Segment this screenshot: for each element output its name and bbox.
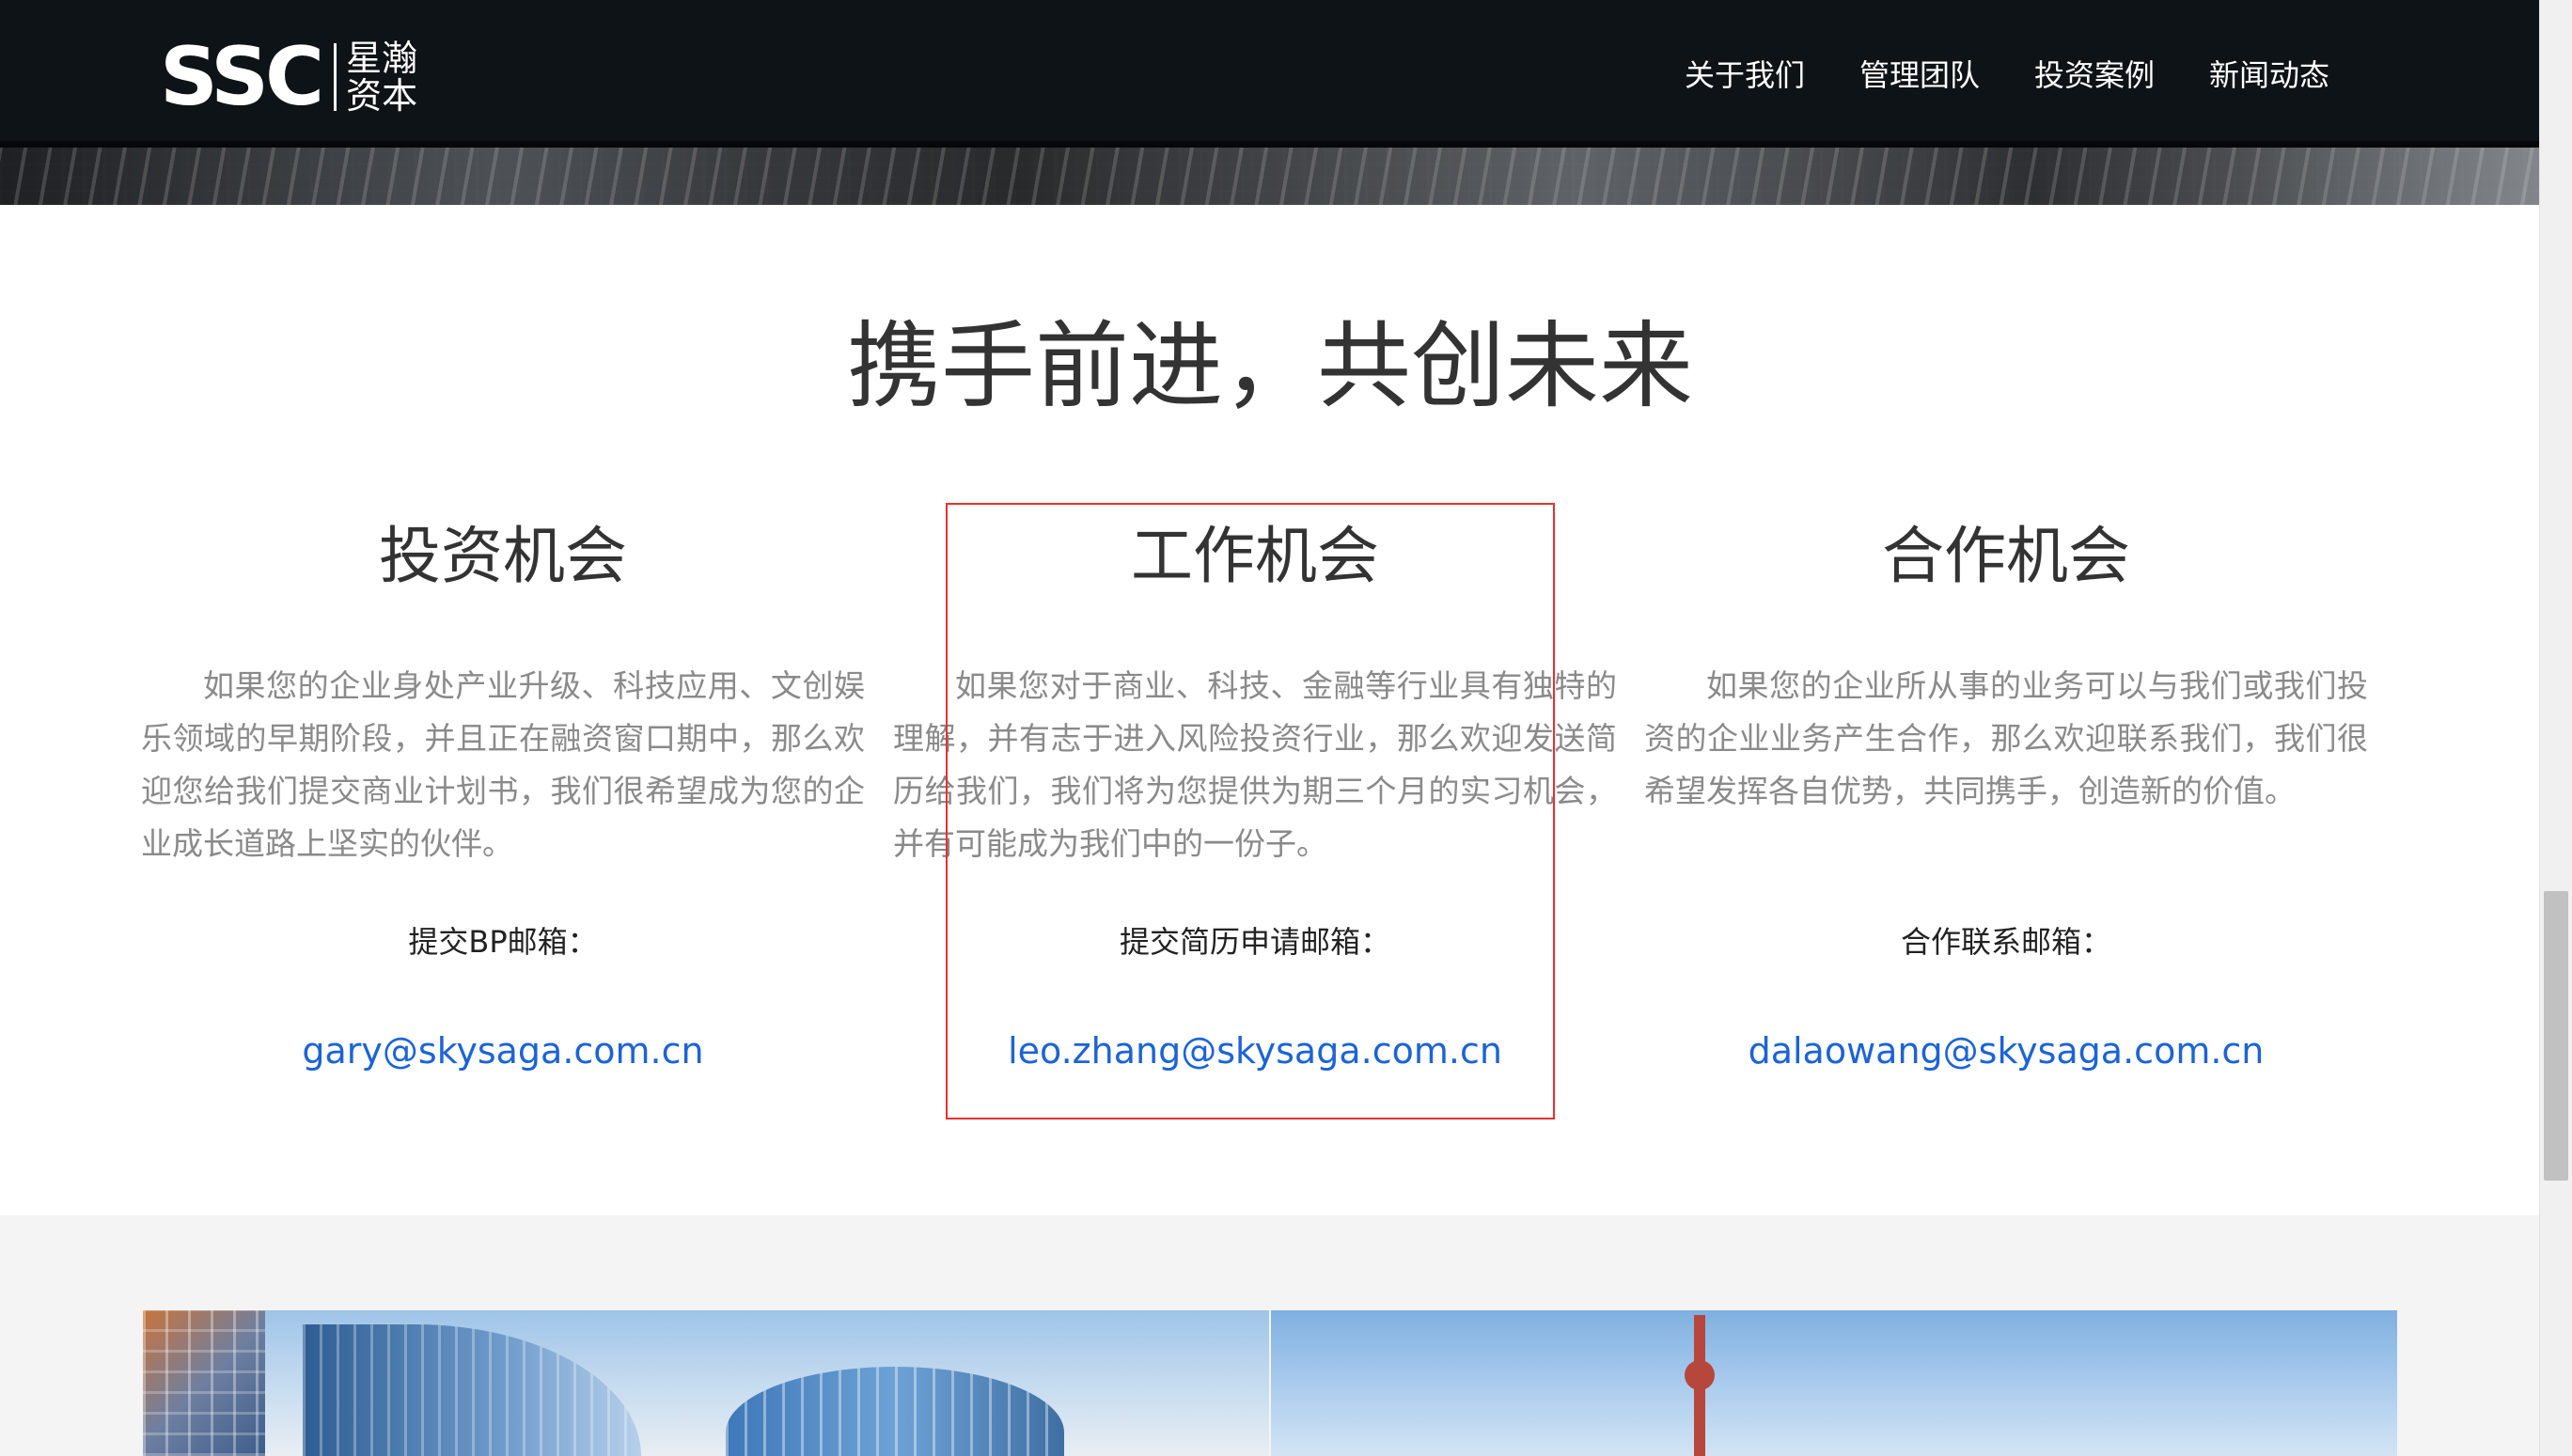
building-shape (143, 1310, 265, 1456)
resume-email-link[interactable]: leo.zhang@skysaga.com.cn (893, 1026, 1617, 1075)
logo-cn-line1: 星瀚 (346, 38, 418, 79)
logo-chinese-name: 星瀚 资本 (346, 39, 417, 115)
column-description: 如果您的企业所从事的业务可以与我们或我们投资的企业业务产生合作，那么欢迎联系我们… (1644, 667, 2368, 809)
logo-mark: SSC (160, 30, 324, 124)
hero-cityscape-image (0, 141, 2540, 205)
column-description: 如果您的企业身处产业升级、科技应用、文创娱乐领域的早期阶段，并且正在融资窗口期中… (141, 667, 865, 862)
email-label: 提交简历申请邮箱： (1119, 924, 1390, 960)
logo[interactable]: SSC 星瀚 资本 (160, 30, 417, 124)
logo-divider (334, 43, 337, 111)
building-shape (726, 1367, 1064, 1456)
scrollbar-thumb[interactable] (2544, 891, 2568, 1181)
scrollbar-track[interactable] (2539, 0, 2572, 1456)
skyline-tower-photo (1271, 1310, 2397, 1456)
column-description: 如果您对于商业、科技、金融等行业具有独特的理解，并有志于进入风险投资行业，那么欢… (893, 667, 1617, 862)
office-buildings-photo (143, 1310, 1269, 1456)
nav-item-portfolio[interactable]: 投资案例 (2034, 56, 2155, 94)
investment-opportunity-column: 投资机会 如果您的企业身处产业升级、科技应用、文创娱乐领域的早期阶段，并且正在融… (141, 508, 865, 1072)
tv-tower-sphere (1685, 1360, 1715, 1390)
nav-item-team[interactable]: 管理团队 (1859, 56, 1980, 94)
building-shape (303, 1324, 641, 1456)
email-label: 合作联系邮箱： (1900, 924, 2111, 960)
section-title: 携手前进，共创未来 (847, 311, 1693, 421)
top-navbar: SSC 星瀚 资本 关于我们 管理团队 投资案例 新闻动态 (0, 0, 2540, 148)
nav-item-news[interactable]: 新闻动态 (2209, 56, 2329, 94)
cooperation-opportunity-column: 合作机会 如果您的企业所从事的业务可以与我们或我们投资的企业业务产生合作，那么欢… (1644, 508, 2368, 1072)
column-title: 工作机会 (1131, 520, 1379, 592)
job-opportunity-column: 工作机会 如果您对于商业、科技、金融等行业具有独特的理解，并有志于进入风险投资行… (893, 508, 1617, 1072)
column-title: 合作机会 (1882, 520, 2130, 592)
logo-cn-line2: 资本 (346, 75, 418, 117)
column-title: 投资机会 (379, 520, 627, 592)
bp-email-link[interactable]: gary@skysaga.com.cn (141, 1026, 865, 1075)
nav-item-about[interactable]: 关于我们 (1685, 56, 1805, 94)
cooperation-email-link[interactable]: dalaowang@skysaga.com.cn (1644, 1026, 2368, 1075)
email-label: 提交BP邮箱： (408, 924, 598, 960)
main-nav: 关于我们 管理团队 投资案例 新闻动态 (1685, 56, 2329, 94)
